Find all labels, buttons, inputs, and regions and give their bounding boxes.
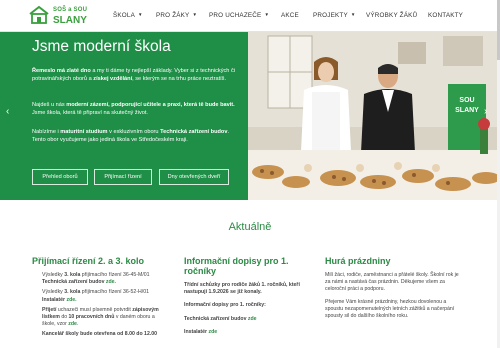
zde-link[interactable]: zde	[68, 321, 77, 327]
hero-title: Jsme moderní škola	[32, 38, 171, 55]
prijimaci-rizeni-button[interactable]: Přijímací řízení	[94, 169, 152, 185]
news-col3-body: Milí žáci, rodiče, zaměstnanci a přátelé…	[325, 272, 465, 320]
dny-otevrenych-dveri-button[interactable]: Dny otevřených dveří	[159, 169, 229, 185]
banner-text-main: SLANY	[455, 107, 479, 114]
zde-link[interactable]: zde	[246, 316, 257, 322]
menu-item-pro-uchazece[interactable]: PRO UCHAZEČE ▼	[209, 12, 269, 19]
menu-item-label: PRO ŽÁKY	[156, 12, 190, 19]
zde-link[interactable]: zde.	[65, 297, 77, 303]
news-col1-body: Výsledky 3. kola přijímacího řízení 36-4…	[42, 272, 164, 339]
zde-link[interactable]: zde.	[104, 279, 116, 285]
news-col2-line1: Třídní schůzky pro rodiče žáků 1. ročník…	[184, 282, 300, 296]
news-col3-line1: Milí žáci, rodiče, zaměstnanci a přátelé…	[325, 272, 459, 293]
main-menu: ŠKOLA ▼ PRO ŽÁKY ▼ PRO UCHAZEČE ▼ AKCE PROJ…	[0, 0, 500, 32]
menu-item-label: AKCE	[281, 12, 299, 19]
hero-text-panel: Jsme moderní škola Řemeslo má zlaté dno …	[0, 32, 248, 200]
menu-item-label: ŠKOLA	[113, 12, 135, 19]
menu-item-label: PROJEKTY	[313, 12, 348, 19]
hero-paragraph-3: Nabízíme i maturitní studium v exkluzivn…	[32, 129, 230, 143]
hero-carousel: Jsme moderní škola Řemeslo má zlaté dno …	[0, 32, 500, 200]
caret-down-icon: ▼	[192, 12, 198, 17]
menu-item-akce[interactable]: AKCE	[281, 12, 299, 19]
news-section-title: Aktuálně	[228, 221, 272, 233]
news-col2-body: Třídní schůzky pro rodiče žáků 1. ročník…	[184, 282, 308, 336]
menu-item-label: KONTAKTY	[428, 12, 464, 19]
caret-down-icon: ▼	[350, 12, 356, 17]
caret-down-icon: ▼	[138, 12, 143, 17]
news-col1-line1: Výsledky 3. kola přijímacího řízení 36-4…	[42, 272, 150, 286]
hero-paragraph-2: Najdeš u nás moderní zázemí, podporující…	[32, 102, 235, 116]
menu-item-label: VÝROBKY ŽÁKŮ	[366, 12, 418, 19]
hero-photo: SOU SLANY ›	[248, 32, 500, 200]
news-col3-title[interactable]: Hurá prázdniny	[325, 256, 465, 266]
menu-item-vyrobky-zaku[interactable]: VÝROBKY ŽÁKŮ	[366, 12, 417, 19]
menu-item-label: PRO UCHAZEČE	[209, 12, 262, 19]
news-col3-line2: Přejeme Vám krásné prázdniny, hezkou dov…	[325, 298, 455, 320]
news-col2-line4: Instalatér zde	[184, 328, 218, 335]
news-col2-line3: Technická zařízení budov zde	[184, 315, 257, 322]
carousel-prev-icon[interactable]: ‹	[6, 106, 9, 117]
news-col2-line2: Informační dopisy pro 1. ročníky:	[184, 302, 266, 309]
carousel-next-icon[interactable]: ›	[484, 106, 487, 117]
menu-item-skola[interactable]: ŠKOLA ▼	[113, 12, 143, 19]
menu-item-kontakty[interactable]: KONTAKTY	[428, 12, 463, 19]
news-col2-title[interactable]: Informační dopisy pro 1. ročníky	[184, 256, 312, 276]
banner-text-top: SOU	[459, 97, 474, 104]
top-navigation: SOŠ a SOU SLANY ŠKOLA ▼ PRO ŽÁKY ▼ PRO UCH…	[0, 0, 500, 32]
news-col1-title[interactable]: Přijímací řízení 2. a 3. kolo	[32, 256, 182, 266]
zde-link[interactable]: zde	[207, 329, 218, 335]
menu-item-pro-zaky[interactable]: PRO ŽÁKY ▼	[156, 12, 197, 19]
hero-paragraph-1: Řemeslo má zlaté dno a my ti dáme ty nej…	[32, 68, 236, 82]
caret-down-icon: ▼	[264, 12, 270, 17]
news-col1-line4: Kancelář školy bude otevřena od 8.00 do …	[42, 331, 158, 338]
prehled-oboru-button[interactable]: Přehled oborů	[32, 169, 88, 185]
news-col1-line2: Výsledky 3. kola přijímacího řízení 36-5…	[42, 289, 149, 303]
menu-item-projekty[interactable]: PROJEKTY ▼	[313, 12, 356, 19]
news-col1-line3: Přijetí uchazeči musí písemně potvrdit z…	[42, 306, 159, 328]
